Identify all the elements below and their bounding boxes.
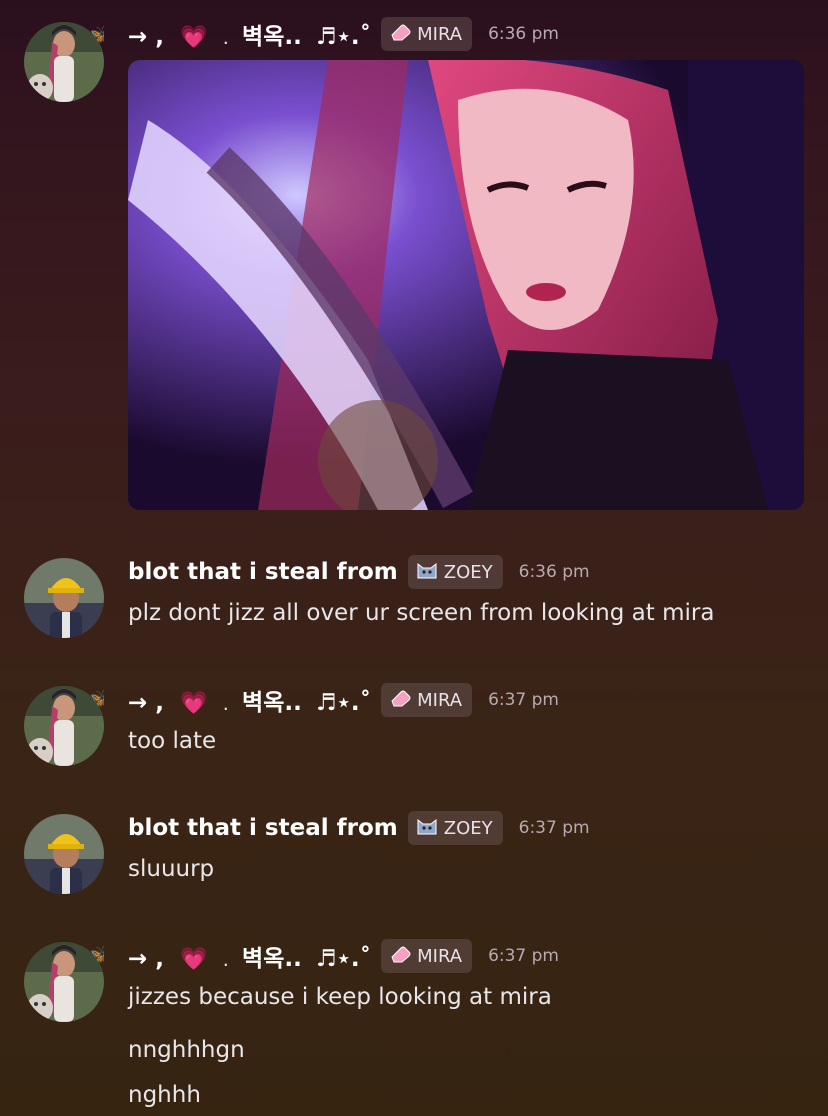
tag-label: MIRA (417, 689, 463, 711)
author-name[interactable]: blot that i steal from (128, 815, 398, 841)
avatar[interactable] (24, 558, 104, 638)
author-arrow: → , (128, 690, 165, 716)
message-header: → , 💗 . 벽옥.. ♬⋆.˚ MIRA 6:37 pm (128, 680, 559, 720)
svg-text:🦋: 🦋 (90, 944, 104, 965)
tag-label: ZOEY (443, 817, 493, 839)
message: 🦋 → , 💗 . 벽옥.. ♬⋆.˚ MIRA 6:37 pm jizzes … (0, 924, 828, 1116)
svg-text:🦋: 🦋 (90, 688, 104, 709)
heart-icon: 💗 (180, 691, 208, 716)
message-header: blot that i steal from ZOEY 6:37 pm (128, 808, 590, 848)
tag-label: MIRA (417, 945, 463, 967)
message-header: → , 💗 . 벽옥.. ♬⋆.˚ MIRA 6:37 pm (128, 936, 559, 976)
heart-icon: 💗 (180, 947, 208, 972)
timestamp: 6:37 pm (488, 690, 559, 710)
author-korean: 벽옥.. (242, 24, 302, 50)
server-tag[interactable]: MIRA (381, 17, 473, 51)
avatar[interactable]: 🦋 (24, 686, 104, 766)
author-dot: . (223, 699, 229, 713)
pink-eraser-icon (389, 945, 411, 968)
pink-eraser-icon (389, 689, 411, 712)
timestamp: 6:37 pm (518, 818, 590, 838)
author-dot: . (223, 33, 229, 47)
message: blot that i steal from ZOEY 6:36 pm plz … (0, 540, 828, 650)
author-notes: ♬⋆.˚ (315, 946, 372, 972)
avatar[interactable] (24, 814, 104, 894)
timestamp: 6:37 pm (488, 946, 559, 966)
message-text: plz dont jizz all over ur screen from lo… (128, 600, 715, 626)
author-name[interactable]: → , 💗 . 벽옥.. ♬⋆.˚ (128, 683, 371, 717)
message-header: → , 💗 . 벽옥.. ♬⋆.˚ MIRA 6:36 pm (128, 14, 559, 54)
author-name[interactable]: blot that i steal from (128, 559, 398, 585)
timestamp: 6:36 pm (488, 24, 559, 44)
author-korean: 벽옥.. (242, 946, 302, 972)
server-tag[interactable]: MIRA (381, 683, 473, 717)
svg-text:🦋: 🦋 (90, 24, 104, 45)
message-text: nnghhhgn (128, 1037, 245, 1063)
image-attachment[interactable] (128, 60, 804, 510)
author-notes: ♬⋆.˚ (315, 24, 372, 50)
tag-label: ZOEY (443, 561, 493, 583)
message-text: nghhh (128, 1082, 201, 1108)
message-text: too late (128, 728, 217, 754)
author-name[interactable]: → , 💗 . 벽옥.. ♬⋆.˚ (128, 17, 371, 51)
author-name[interactable]: → , 💗 . 벽옥.. ♬⋆.˚ (128, 939, 371, 973)
author-korean: 벽옥.. (242, 690, 302, 716)
message: 🦋 → , 💗 . 벽옥.. ♬⋆.˚ MIRA 6:36 pm (0, 0, 828, 520)
cat-face-icon (416, 816, 438, 841)
message: blot that i steal from ZOEY 6:37 pm sluu… (0, 796, 828, 906)
server-tag[interactable]: ZOEY (407, 811, 503, 845)
pink-eraser-icon (389, 23, 411, 46)
message-text: jizzes because i keep looking at mira (128, 984, 552, 1010)
avatar[interactable]: 🦋 (24, 22, 104, 102)
tag-label: MIRA (417, 23, 463, 45)
author-arrow: → , (128, 24, 165, 50)
message: 🦋 → , 💗 . 벽옥.. ♬⋆.˚ MIRA 6:37 pm too lat… (0, 668, 828, 778)
author-dot: . (223, 955, 229, 969)
server-tag[interactable]: ZOEY (407, 555, 503, 589)
heart-icon: 💗 (180, 25, 208, 50)
message-header: blot that i steal from ZOEY 6:36 pm (128, 552, 590, 592)
author-arrow: → , (128, 946, 165, 972)
cat-face-icon (416, 560, 438, 585)
server-tag[interactable]: MIRA (381, 939, 473, 973)
timestamp: 6:36 pm (518, 562, 590, 582)
message-text: sluuurp (128, 856, 215, 882)
author-notes: ♬⋆.˚ (315, 690, 372, 716)
avatar[interactable]: 🦋 (24, 942, 104, 1022)
